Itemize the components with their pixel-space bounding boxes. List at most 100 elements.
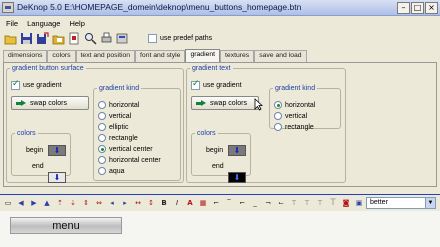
radio-button[interactable] [98,156,106,164]
tab-textures[interactable]: textures [220,50,255,62]
tab-text-and-position[interactable]: text and position [75,50,136,62]
tab-gradient[interactable]: gradient [185,49,221,62]
zoom-icon[interactable] [84,32,97,45]
move-up-icon[interactable]: ⇡ [54,197,66,209]
surface-kind-elliptic[interactable]: elliptic [98,123,128,131]
height-icon[interactable]: ↕ [145,197,157,209]
text-end-color-swatch[interactable]: ⬇ [228,172,246,183]
surface-end-label: end [32,163,44,170]
surface-begin-color-swatch[interactable]: ⬇ [48,145,66,156]
corner-bottom-right-icon[interactable]: ⌙ [275,197,287,209]
surface-use-gradient-checkbox[interactable] [11,79,20,90]
surface-kind-vertical-center[interactable]: vertical center [98,145,153,153]
text-swap-colors-button[interactable]: swap colors [191,96,259,110]
radio-button[interactable] [98,134,106,142]
distribute-icon[interactable]: ⇔ [93,197,105,209]
surface-kind-vertical[interactable]: vertical [98,112,131,120]
menu-file[interactable]: File [6,19,18,28]
align-icon[interactable]: ⇕ [80,197,92,209]
italic-icon[interactable]: I [171,197,183,209]
text-kind-rectangle[interactable]: rectangle [274,123,314,131]
radio-label: horizontal center [109,156,161,164]
text-large-icon[interactable]: T [327,197,339,209]
surface-kind-rectangle[interactable]: rectangle [98,134,138,142]
move-down-icon[interactable]: ⇣ [67,197,79,209]
settings-icon[interactable] [116,32,129,45]
folder-icon[interactable] [52,32,65,45]
new-button-icon[interactable]: ▭ [2,197,14,209]
surface-end-color-swatch[interactable]: ⬇ [48,172,66,183]
text-colors-group: colors begin ⬇ end ⬇ [191,130,251,183]
image-icon[interactable]: ▣ [353,197,365,209]
text-use-gradient-checkbox[interactable] [191,79,200,90]
corner-top-left-icon[interactable]: ⌐ [210,197,222,209]
maximize-button[interactable]: □ [411,2,424,14]
arrow-down-icon: ⬇ [233,173,241,182]
surface-begin-label: begin [26,147,44,154]
menu-help[interactable]: Help [69,19,84,28]
tab-dimensions[interactable]: dimensions [3,50,48,62]
font-select[interactable]: better ▼ [366,197,436,209]
radio-button[interactable] [98,101,106,109]
arrow-down-icon: ⬇ [233,146,241,155]
width-icon[interactable]: ↔ [132,197,144,209]
text-middle-icon[interactable]: T [301,197,313,209]
minimize-button[interactable]: – [397,2,410,14]
text-use-gradient[interactable]: use gradient [191,79,242,90]
shadow-icon[interactable]: ◙ [340,197,352,209]
radio-button[interactable] [98,123,106,131]
bold-icon[interactable]: B [158,197,170,209]
radio-label: horizontal [285,101,316,109]
text-top-icon[interactable]: T [288,197,300,209]
color-palette-icon[interactable]: ▦ [197,197,209,209]
arrow-right-icon[interactable]: ▶ [28,197,40,209]
gradient-text-group: gradient text use gradient swap colors g… [186,65,346,183]
export-icon[interactable] [68,32,81,45]
corner-top-icon[interactable]: ‾ [223,197,235,209]
surface-use-gradient[interactable]: use gradient [11,79,62,90]
radio-label: vertical [285,112,308,120]
surface-swap-colors-button[interactable]: swap colors [11,96,89,110]
tab-colors[interactable]: colors [47,50,76,62]
tab-bar: dimensions colors text and position font… [3,49,307,62]
menu-language[interactable]: Language [27,19,60,28]
tab-font-and-style[interactable]: font and style [135,50,186,62]
radio-button[interactable] [274,123,282,131]
preview-menu-button[interactable]: menu [10,217,122,234]
print-icon[interactable] [100,32,113,45]
text-begin-color-swatch[interactable]: ⬇ [228,145,246,156]
surface-kind-horizontal-center[interactable]: horizontal center [98,156,161,164]
font-size-icon[interactable]: A [184,197,196,209]
gradient-surface-legend: gradient button surface [12,65,84,72]
grow-icon[interactable]: ▸ [119,197,131,209]
radio-button[interactable] [98,167,106,175]
text-kind-vertical[interactable]: vertical [274,112,307,120]
surface-kind-horizontal[interactable]: horizontal [98,101,139,109]
predef-paths-checkbox[interactable] [148,34,157,43]
app-icon [2,2,14,13]
arrow-up-icon[interactable]: ▲ [41,197,53,209]
arrow-left-icon[interactable]: ◀ [15,197,27,209]
save-icon[interactable] [20,32,33,45]
title-bar: DeKnop 5.0 E:\HOMEPAGE_domein\deknop\men… [0,0,440,16]
corner-right-icon[interactable]: ¬ [262,197,274,209]
chevron-down-icon[interactable]: ▼ [425,198,435,208]
text-bottom-icon[interactable]: T [314,197,326,209]
surface-kind-aqua[interactable]: aqua [98,167,125,175]
radio-button[interactable] [274,112,282,120]
radio-button-selected[interactable] [274,101,282,109]
text-end-label: end [212,163,224,170]
text-begin-label: begin [206,147,224,154]
corner-bottom-icon[interactable]: _ [249,197,261,209]
radio-label: elliptic [109,123,129,131]
save-as-icon[interactable] [36,32,49,45]
radio-button-selected[interactable] [98,145,106,153]
radio-button[interactable] [98,112,106,120]
shrink-icon[interactable]: ◂ [106,197,118,209]
text-kind-horizontal[interactable]: horizontal [274,101,315,109]
tab-save-and-load[interactable]: save and load [254,50,307,62]
close-button[interactable]: × [425,2,438,14]
open-folder-icon[interactable] [4,32,17,45]
corner-left-icon[interactable]: ⌐ [236,197,248,209]
predef-paths-option[interactable]: use predef paths [148,34,212,43]
